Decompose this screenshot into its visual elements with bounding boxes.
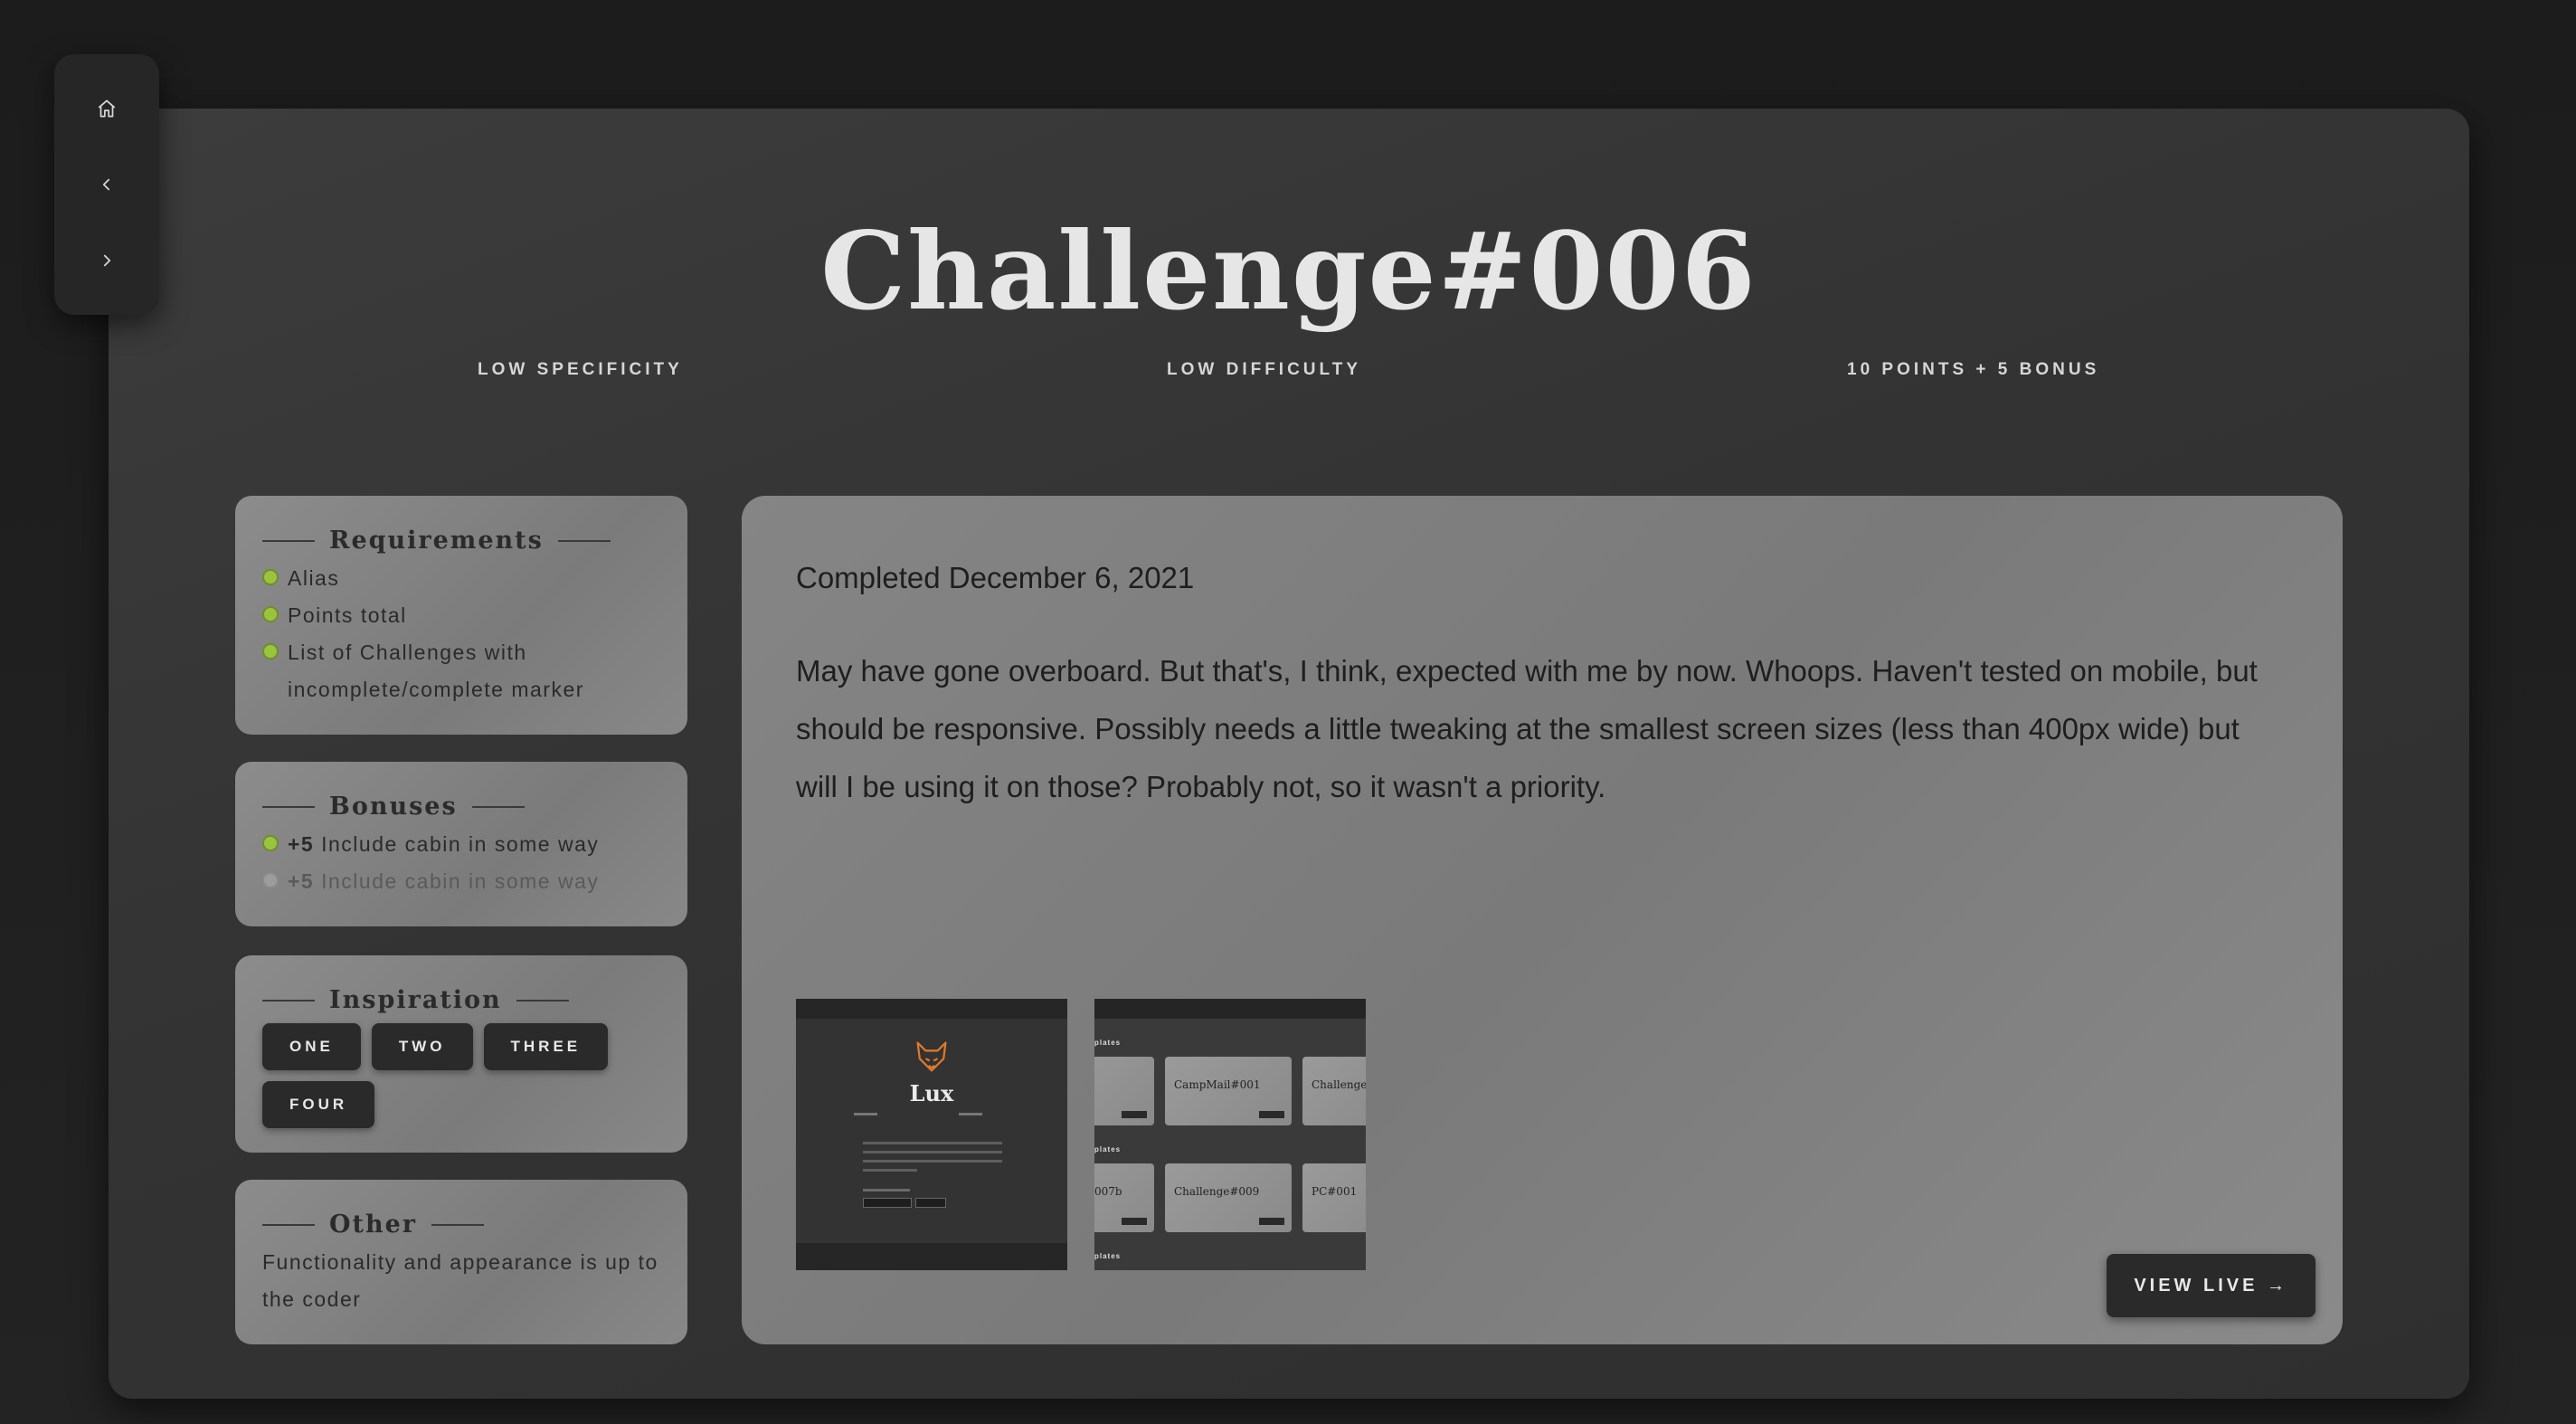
requirement-item: Points total — [262, 597, 660, 634]
screenshot-thumbnail[interactable]: Lux — [796, 999, 1067, 1270]
heading-rule — [471, 805, 525, 808]
requirement-label: Alias — [288, 566, 340, 590]
specificity-label: LOW SPECIFICITY — [478, 360, 683, 379]
thumb-mini-card: CampMail#001 — [1165, 1057, 1292, 1125]
other-heading: Other — [262, 1210, 660, 1239]
thumb-line — [863, 1160, 1002, 1163]
thumb-line — [863, 1169, 917, 1172]
heading-rule — [262, 805, 315, 808]
other-title: Other — [329, 1210, 418, 1239]
thumb-mini-card: Challenge#009 — [1165, 1163, 1292, 1232]
other-card: Other Functionality and appearance is up… — [235, 1180, 687, 1344]
chevron-left-icon — [102, 178, 110, 191]
inspiration-button-two[interactable]: TWO — [371, 1023, 473, 1070]
mini-card-title: CampMail#001 — [1174, 1078, 1261, 1091]
mini-card-button — [1259, 1111, 1284, 1118]
thumb-section-label: plates — [1094, 1252, 1122, 1260]
bonus-item: +5 Include cabin in some way — [262, 826, 660, 863]
fox-logo-icon — [916, 1041, 947, 1072]
screenshot-gallery: Lux plates CampMail#001 Challenge plates… — [796, 999, 1366, 1270]
requirement-label: Points total — [288, 603, 407, 627]
unchecked-dot-icon — [262, 872, 279, 888]
thumb-line — [959, 1113, 982, 1115]
check-dot-icon — [262, 606, 279, 622]
bonus-points: +5 — [288, 832, 315, 856]
next-button[interactable] — [80, 233, 134, 288]
other-text: Functionality and appearance is up to th… — [262, 1250, 658, 1311]
bonus-label: Include cabin in some way — [321, 869, 600, 893]
requirements-card: Requirements Alias Points total List of … — [235, 496, 687, 735]
thumb-button — [863, 1198, 912, 1208]
thumb-line — [863, 1189, 910, 1191]
home-icon — [98, 100, 116, 118]
mini-card-title: Challenge — [1312, 1078, 1366, 1091]
requirement-label: List of Challenges with incomplete/compl… — [288, 641, 584, 701]
inspiration-buttons: ONE TWO THREE FOUR — [262, 1023, 642, 1128]
bonuses-card: Bonuses +5 Include cabin in some way +5 … — [235, 762, 687, 926]
thumb-line — [863, 1151, 1002, 1153]
difficulty-label: LOW DIFFICULTY — [1167, 360, 1362, 379]
content-card: Completed December 6, 2021 May have gone… — [742, 496, 2343, 1344]
home-button[interactable] — [80, 81, 134, 136]
completed-date: Completed December 6, 2021 — [796, 561, 1195, 594]
thumb-section-label: plates — [1094, 1039, 1122, 1047]
bonus-points: +5 — [288, 869, 315, 893]
chevron-right-icon — [103, 254, 111, 267]
bonuses-heading: Bonuses — [262, 793, 660, 821]
thumb-mini-card: PC#001 — [1302, 1163, 1366, 1232]
thumb-line — [854, 1113, 877, 1115]
heading-rule — [262, 539, 315, 542]
inspiration-button-one[interactable]: ONE — [262, 1023, 361, 1070]
inspiration-title: Inspiration — [329, 986, 502, 1014]
view-live-button[interactable]: VIEW LIVE → — [2107, 1254, 2316, 1317]
requirement-item: List of Challenges with incomplete/compl… — [262, 634, 660, 708]
heading-rule — [557, 539, 611, 542]
inspiration-button-three[interactable]: THREE — [483, 1023, 609, 1070]
check-dot-icon — [262, 643, 279, 660]
nav-rail — [54, 54, 159, 315]
inspiration-card: Inspiration ONE TWO THREE FOUR — [235, 955, 687, 1153]
thumb-line — [863, 1142, 1002, 1144]
heading-rule — [431, 1223, 485, 1226]
mini-card-button — [1259, 1218, 1284, 1225]
thumb-mini-card: Challenge — [1302, 1057, 1366, 1125]
thumb-section-label: plates — [1094, 1145, 1122, 1153]
previous-button[interactable] — [80, 157, 134, 212]
bonuses-title: Bonuses — [329, 793, 458, 821]
check-dot-icon — [262, 569, 279, 585]
thumb-mini-card: 007b — [1094, 1163, 1154, 1232]
inspiration-heading: Inspiration — [262, 986, 660, 1014]
inspiration-button-four[interactable]: FOUR — [262, 1081, 375, 1128]
mini-card-title: PC#001 — [1312, 1185, 1358, 1198]
thumb-footer-bar — [796, 1243, 1067, 1270]
thumb-header-bar — [1094, 999, 1366, 1019]
description-text: May have gone overboard. But that's, I t… — [796, 654, 2258, 803]
mini-card-title: Challenge#009 — [1174, 1185, 1260, 1198]
thumb-button — [915, 1198, 946, 1208]
screenshot-thumbnail[interactable]: plates CampMail#001 Challenge plates 007… — [1094, 999, 1366, 1270]
requirement-item: Alias — [262, 560, 660, 597]
heading-rule — [262, 1223, 315, 1226]
check-dot-icon — [262, 835, 279, 851]
points-label: 10 POINTS + 5 BONUS — [1847, 360, 2100, 379]
challenge-panel: Challenge#006 LOW SPECIFICITY LOW DIFFIC… — [109, 109, 2469, 1399]
mini-card-button — [1122, 1111, 1147, 1118]
heading-rule — [262, 999, 315, 1002]
bonus-item: +5 Include cabin in some way — [262, 863, 660, 900]
mini-card-button — [1122, 1218, 1147, 1225]
requirements-title: Requirements — [329, 527, 544, 555]
thumb-title: Lux — [909, 1080, 954, 1106]
requirements-heading: Requirements — [262, 527, 660, 555]
mini-card-title: 007b — [1094, 1185, 1122, 1198]
thumb-header-bar — [796, 999, 1067, 1019]
heading-rule — [516, 999, 569, 1002]
bonus-label: Include cabin in some way — [321, 832, 600, 856]
page-title: Challenge#006 — [820, 208, 1757, 334]
thumb-mini-card — [1094, 1057, 1154, 1125]
